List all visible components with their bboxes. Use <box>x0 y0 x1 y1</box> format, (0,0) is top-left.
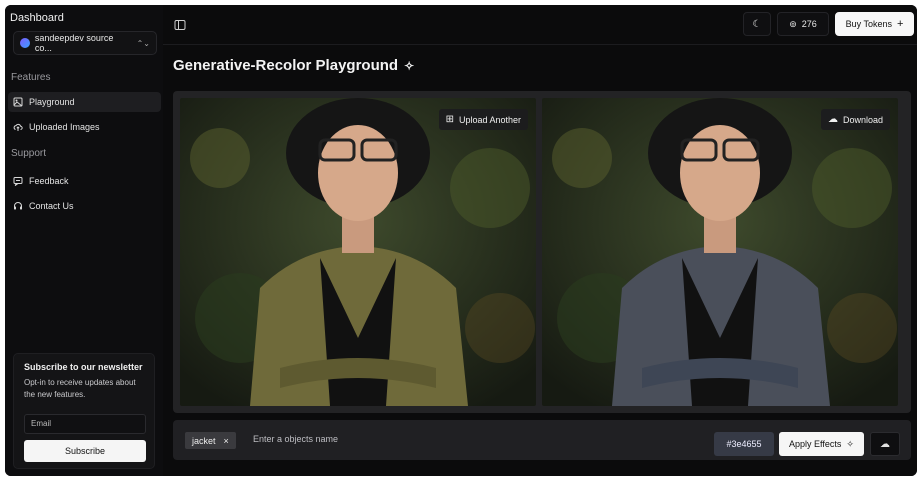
page-title: Generative-Recolor Playground ✧ <box>173 57 414 74</box>
credits-button[interactable]: ⊚ 276 <box>777 12 829 36</box>
coins-icon: ⊚ <box>789 18 797 29</box>
cloud-upload-icon <box>13 122 23 132</box>
object-name-input[interactable]: Enter a objects name <box>253 434 338 444</box>
add-image-icon: ⊞ <box>445 114 454 125</box>
sidebar-item-label: Uploaded Images <box>29 122 100 132</box>
chevron-updown-icon: ⌃⌄ <box>136 38 150 48</box>
sidebar: Dashboard sandeepdev source co... ⌃⌄ Fea… <box>5 5 163 476</box>
sidebar-item-feedback[interactable]: Feedback <box>8 171 161 191</box>
upload-another-button[interactable]: ⊞ Upload Another <box>438 109 528 130</box>
object-chip[interactable]: jacket × <box>185 432 236 449</box>
account-switcher[interactable]: sandeepdev source co... ⌃⌄ <box>13 31 157 55</box>
controls-bar: jacket × Enter a objects name #3e4655 Ap… <box>173 420 911 460</box>
email-field[interactable]: Email <box>24 414 146 434</box>
sidebar-item-label: Contact Us <box>29 201 74 211</box>
account-name: sandeepdev source co... <box>34 33 114 53</box>
page-title-text: Generative-Recolor Playground <box>173 57 399 74</box>
color-picker[interactable]: #3e4655 <box>714 432 774 456</box>
buy-tokens-button[interactable]: Buy Tokens + <box>835 12 914 36</box>
theme-toggle-button[interactable]: ☾ <box>743 12 771 36</box>
sidebar-item-label: Feedback <box>29 176 69 186</box>
buy-tokens-label: Buy Tokens <box>845 19 892 29</box>
sidebar-item-playground[interactable]: Playground <box>8 92 161 112</box>
dashboard-title: Dashboard <box>10 12 64 24</box>
headset-icon <box>13 201 23 211</box>
sidebar-toggle-icon[interactable] <box>174 18 186 30</box>
account-avatar-icon <box>20 38 30 48</box>
download-button[interactable]: ☁ Download <box>820 109 890 130</box>
main-content: ☾ ⊚ 276 Buy Tokens + Generative-Recolor … <box>163 5 917 476</box>
topbar: ☾ ⊚ 276 Buy Tokens + <box>163 5 917 45</box>
close-icon[interactable]: × <box>224 436 229 446</box>
newsletter-title: Subscribe to our newsletter <box>24 362 143 372</box>
image-canvas: ⊞ Upload Another ☁ Download <box>173 91 911 413</box>
newsletter-text: Opt-in to receive updates about the new … <box>24 378 136 399</box>
subscribe-button[interactable]: Subscribe <box>24 440 146 462</box>
original-image: ⊞ Upload Another <box>180 98 536 406</box>
plus-icon: + <box>896 18 904 30</box>
sparkles-icon: ✧ <box>404 58 415 73</box>
object-chip-label: jacket <box>192 435 216 446</box>
section-features: Features <box>11 72 51 83</box>
section-support: Support <box>11 148 47 159</box>
moon-icon: ☾ <box>752 18 762 30</box>
upload-another-label: Upload Another <box>458 114 521 125</box>
sidebar-item-uploaded-images[interactable]: Uploaded Images <box>8 117 161 137</box>
recolored-image: ☁ Download <box>542 98 898 406</box>
apply-effects-label: Apply Effects <box>789 439 842 449</box>
download-label: Download <box>842 114 883 125</box>
credits-count: 276 <box>801 19 817 29</box>
image-icon <box>13 97 23 107</box>
message-icon <box>13 176 23 186</box>
cloud-download-icon: ☁ <box>880 438 890 450</box>
sidebar-item-contact-us[interactable]: Contact Us <box>8 196 161 216</box>
newsletter-card: Subscribe to our newsletter Opt-in to re… <box>13 353 155 469</box>
apply-effects-button[interactable]: Apply Effects ✧ <box>779 432 864 456</box>
sparkles-icon: ✧ <box>846 438 854 449</box>
download-result-button[interactable]: ☁ <box>870 432 900 456</box>
cloud-download-icon: ☁ <box>827 114 838 125</box>
sidebar-item-label: Playground <box>29 97 75 107</box>
app-window: Dashboard sandeepdev source co... ⌃⌄ Fea… <box>5 5 917 476</box>
